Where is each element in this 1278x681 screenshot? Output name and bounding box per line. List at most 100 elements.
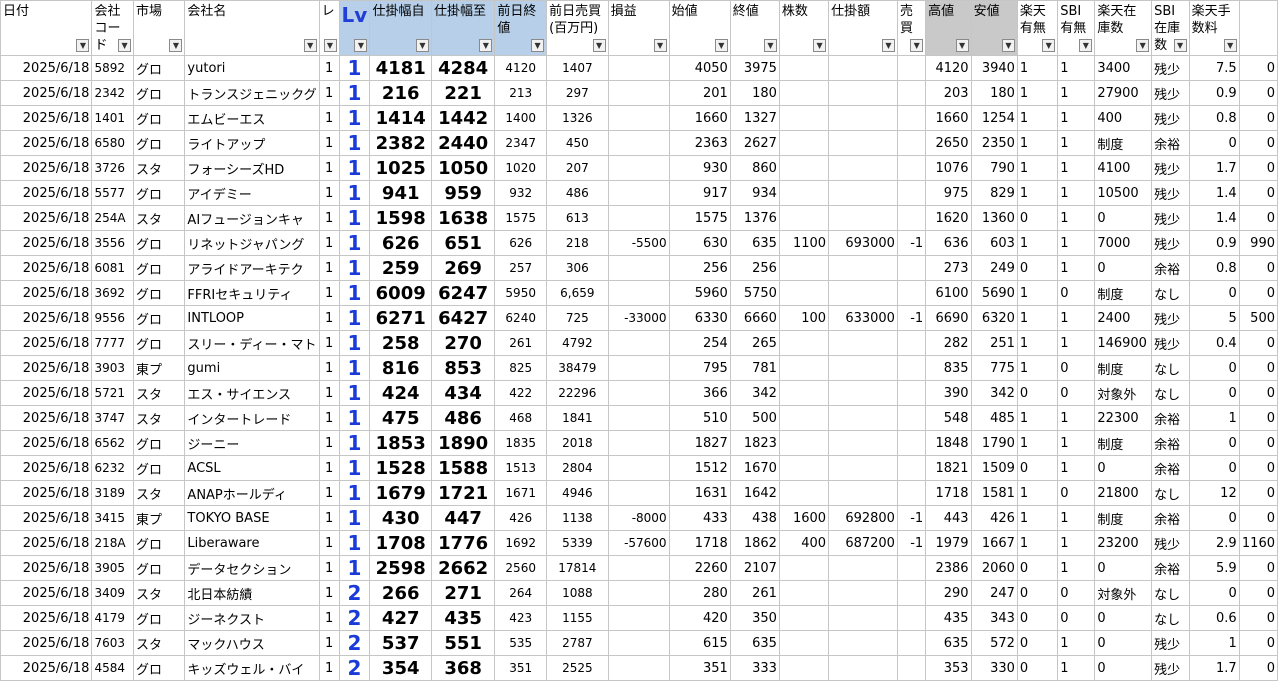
cell-rakuten-fee[interactable]: 0	[1188, 130, 1240, 156]
cell-position-amount[interactable]	[828, 455, 898, 481]
cell-range-to[interactable]: 270	[430, 330, 496, 356]
cell-rakuten-fee[interactable]: 0	[1188, 580, 1240, 606]
cell-extra[interactable]: 0	[1238, 105, 1278, 131]
cell-company[interactable]: スリー・ディー・マト	[184, 330, 320, 356]
cell-company[interactable]: エス・サイエンス	[184, 380, 320, 406]
cell-market[interactable]: グロ	[133, 555, 186, 581]
cell-high[interactable]: 6690	[925, 305, 972, 331]
cell-prev-close[interactable]: 351	[494, 655, 548, 681]
cell-high[interactable]: 4120	[925, 55, 972, 81]
cell-rakuten-avail[interactable]: 1	[1016, 55, 1059, 81]
cell-rakuten-avail[interactable]: 1	[1016, 430, 1059, 456]
cell-shares[interactable]	[778, 130, 830, 156]
cell-rakuten-avail[interactable]: 1	[1016, 355, 1059, 381]
cell-position-amount[interactable]	[828, 255, 898, 281]
cell-sbi-avail[interactable]: 1	[1057, 505, 1096, 531]
cell-date[interactable]: 2025/6/18	[0, 305, 93, 331]
cell-rakuten-fee[interactable]: 1	[1188, 630, 1240, 656]
cell-open[interactable]: 930	[668, 155, 731, 181]
cell-code[interactable]: 3556	[91, 230, 135, 256]
cell-code[interactable]: 3409	[91, 580, 135, 606]
cell-market[interactable]: グロ	[133, 655, 186, 681]
cell-open[interactable]: 366	[668, 380, 731, 406]
cell-date[interactable]: 2025/6/18	[0, 80, 93, 106]
cell-high[interactable]: 835	[925, 355, 972, 381]
filter-dropdown-icon[interactable]: ▼	[592, 39, 606, 52]
cell-shares[interactable]	[778, 355, 830, 381]
cell-high[interactable]: 435	[925, 605, 972, 631]
cell-sbi-avail[interactable]: 1	[1057, 330, 1096, 356]
cell-rakuten-avail[interactable]: 1	[1016, 105, 1059, 131]
cell-low[interactable]: 1509	[970, 455, 1018, 481]
cell-prev-close[interactable]: 5950	[494, 280, 548, 306]
cell-close[interactable]: 1642	[729, 480, 780, 506]
cell-pnl[interactable]	[607, 630, 670, 656]
cell-low[interactable]: 3940	[970, 55, 1018, 81]
cell-high[interactable]: 1620	[925, 205, 972, 231]
cell-prev-volume[interactable]: 207	[546, 155, 609, 181]
cell-range-from[interactable]: 1025	[369, 155, 432, 181]
cell-open[interactable]: 795	[668, 355, 731, 381]
cell-trade[interactable]	[896, 380, 927, 406]
cell-sbi-avail[interactable]: 1	[1057, 130, 1096, 156]
cell-trade[interactable]	[896, 255, 927, 281]
cell-trade[interactable]	[896, 405, 927, 431]
cell-sbi-stock[interactable]: 残少	[1151, 530, 1190, 556]
cell-range-to[interactable]: 271	[430, 580, 496, 606]
filter-dropdown-icon[interactable]: ▼	[1173, 39, 1187, 52]
cell-rakuten-avail[interactable]: 1	[1016, 330, 1059, 356]
cell-rakuten-fee[interactable]: 0	[1188, 455, 1240, 481]
cell-company[interactable]: yutori	[184, 55, 320, 81]
filter-dropdown-icon[interactable]: ▼	[479, 39, 493, 52]
cell-pnl[interactable]	[607, 330, 670, 356]
cell-close[interactable]: 1327	[729, 105, 780, 131]
cell-pnl[interactable]	[607, 130, 670, 156]
cell-prev-close[interactable]: 626	[494, 230, 548, 256]
cell-range-from[interactable]: 354	[369, 655, 432, 681]
cell-range-to[interactable]: 1050	[430, 155, 496, 181]
cell-high[interactable]: 2386	[925, 555, 972, 581]
cell-market[interactable]: グロ	[133, 605, 186, 631]
cell-trade[interactable]	[896, 455, 927, 481]
cell-open[interactable]: 630	[668, 230, 731, 256]
cell-extra[interactable]: 0	[1238, 55, 1278, 81]
cell-range-from[interactable]: 259	[369, 255, 432, 281]
cell-position-amount[interactable]	[828, 355, 898, 381]
cell-company[interactable]: INTLOOP	[184, 305, 320, 331]
cell-sbi-avail[interactable]: 0	[1057, 280, 1096, 306]
cell-rakuten-avail[interactable]: 1	[1016, 230, 1059, 256]
filter-dropdown-icon[interactable]: ▼	[323, 39, 337, 52]
cell-rakuten-stock[interactable]: 4100	[1094, 155, 1153, 181]
cell-rakuten-avail[interactable]: 0	[1016, 455, 1059, 481]
cell-re[interactable]: 1	[318, 355, 340, 381]
cell-lv[interactable]: 1	[338, 305, 371, 331]
cell-position-amount[interactable]	[828, 105, 898, 131]
cell-code[interactable]: 4584	[91, 655, 135, 681]
cell-lv[interactable]: 1	[338, 405, 371, 431]
cell-date[interactable]: 2025/6/18	[0, 255, 93, 281]
cell-rakuten-stock[interactable]: 3400	[1094, 55, 1153, 81]
cell-trade[interactable]	[896, 55, 927, 81]
cell-rakuten-avail[interactable]: 0	[1016, 380, 1059, 406]
cell-lv[interactable]: 1	[338, 530, 371, 556]
cell-rakuten-stock[interactable]: 10500	[1094, 180, 1153, 206]
cell-rakuten-avail[interactable]: 0	[1016, 655, 1059, 681]
cell-low[interactable]: 1667	[970, 530, 1018, 556]
cell-sbi-avail[interactable]: 0	[1057, 605, 1096, 631]
cell-rakuten-fee[interactable]: 5.9	[1188, 555, 1240, 581]
cell-pnl[interactable]: -5500	[607, 230, 670, 256]
cell-company[interactable]: フォーシーズHD	[184, 155, 320, 181]
cell-pnl[interactable]	[607, 355, 670, 381]
cell-close[interactable]: 500	[729, 405, 780, 431]
cell-extra[interactable]: 1160	[1238, 530, 1278, 556]
cell-sbi-avail[interactable]: 1	[1057, 555, 1096, 581]
cell-high[interactable]: 290	[925, 580, 972, 606]
filter-dropdown-icon[interactable]: ▼	[1001, 39, 1015, 52]
cell-code[interactable]: 6580	[91, 130, 135, 156]
filter-dropdown-icon[interactable]: ▼	[1079, 39, 1093, 52]
cell-re[interactable]: 1	[318, 555, 340, 581]
cell-close[interactable]: 1376	[729, 205, 780, 231]
cell-company[interactable]: リネットジャパング	[184, 230, 320, 256]
cell-pnl[interactable]	[607, 555, 670, 581]
cell-lv[interactable]: 2	[338, 605, 371, 631]
